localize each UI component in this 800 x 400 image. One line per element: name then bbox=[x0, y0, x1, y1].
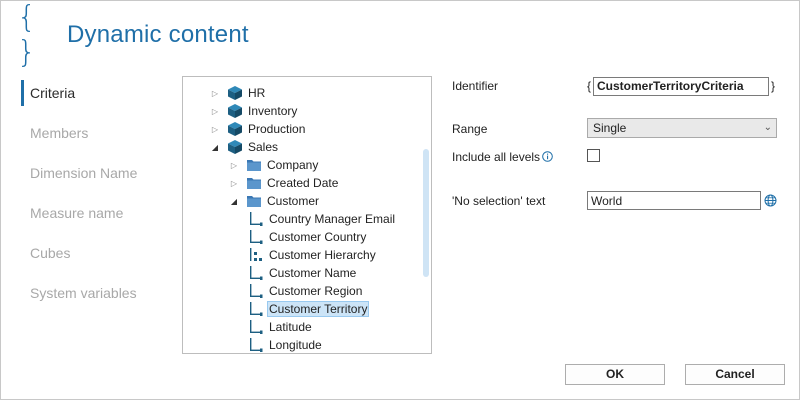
collapsed-arrow-icon[interactable]: ▷ bbox=[229, 160, 239, 170]
attribute-icon bbox=[248, 319, 264, 335]
tree-scrollbar[interactable] bbox=[423, 149, 429, 277]
collapsed-arrow-icon[interactable]: ▷ bbox=[229, 178, 239, 188]
dynamic-content-dialog: { } Dynamic content Criteria Members Dim… bbox=[0, 0, 800, 400]
expanded-arrow-icon[interactable]: ◢ bbox=[210, 142, 220, 152]
nav-item-criteria[interactable]: Criteria bbox=[21, 77, 171, 117]
tree-node-label: Created Date bbox=[267, 176, 339, 190]
tree-node-customer-territory[interactable]: Customer Territory bbox=[248, 300, 370, 318]
dialog-title: Dynamic content bbox=[67, 21, 249, 48]
cube-icon bbox=[227, 121, 243, 137]
tree-node-label: HR bbox=[248, 86, 266, 100]
tree-node-production[interactable]: ▷ Production bbox=[210, 120, 307, 138]
nav-item-dimension-name[interactable]: Dimension Name bbox=[21, 157, 171, 197]
left-nav: Criteria Members Dimension Name Measure … bbox=[21, 77, 171, 317]
tree-node-label: Inventory bbox=[248, 104, 298, 118]
tree-node-customer[interactable]: ◢ Customer bbox=[229, 192, 321, 210]
tree-node-label: Customer bbox=[267, 194, 320, 208]
tree-node-latitude[interactable]: Latitude bbox=[248, 318, 314, 336]
identifier-field-group: { } bbox=[587, 76, 775, 96]
tree-node-customer-region[interactable]: Customer Region bbox=[248, 282, 364, 300]
tree-node-customer-name[interactable]: Customer Name bbox=[248, 264, 358, 282]
attribute-icon bbox=[248, 211, 264, 227]
include-all-levels-label: Include all levels bbox=[452, 150, 541, 164]
tree-node-inventory[interactable]: ▷ Inventory bbox=[210, 102, 299, 120]
range-select-value: Single bbox=[593, 121, 627, 135]
nav-item-system-variables[interactable]: System variables bbox=[21, 277, 171, 317]
dialog-header: { } Dynamic content bbox=[17, 0, 249, 70]
tree-node-created-date[interactable]: ▷ Created Date bbox=[229, 174, 340, 192]
attribute-icon bbox=[248, 337, 264, 353]
tree-node-label: Country Manager Email bbox=[269, 212, 396, 226]
folder-icon bbox=[246, 193, 262, 209]
collapsed-arrow-icon[interactable]: ▷ bbox=[210, 88, 220, 98]
tree-node-label: Latitude bbox=[269, 320, 312, 334]
tree-node-hr[interactable]: ▷ HR bbox=[210, 84, 267, 102]
cube-icon bbox=[227, 139, 243, 155]
folder-icon bbox=[246, 157, 262, 173]
range-select[interactable]: Single ⌄ bbox=[587, 118, 777, 138]
tree-node-label: Sales bbox=[248, 140, 279, 154]
tree-node-longitude[interactable]: Longitude bbox=[248, 336, 324, 353]
identifier-brace-close: } bbox=[771, 79, 776, 93]
tree-node-label: Customer Region bbox=[269, 284, 363, 298]
attribute-icon bbox=[248, 265, 264, 281]
no-selection-text-input[interactable] bbox=[587, 191, 761, 210]
nav-item-measure-name[interactable]: Measure name bbox=[21, 197, 171, 237]
identifier-label: Identifier bbox=[452, 79, 499, 93]
tree-node-label: Customer Territory bbox=[267, 301, 370, 317]
tree-node-label: Longitude bbox=[269, 338, 322, 352]
tree-node-company[interactable]: ▷ Company bbox=[229, 156, 320, 174]
ok-button[interactable]: OK bbox=[565, 364, 665, 385]
collapsed-arrow-icon[interactable]: ▷ bbox=[210, 106, 220, 116]
identifier-brace-open: { bbox=[587, 79, 592, 93]
cube-icon bbox=[227, 85, 243, 101]
expanded-arrow-icon[interactable]: ◢ bbox=[229, 196, 239, 206]
no-selection-text-label: 'No selection' text bbox=[452, 194, 546, 208]
nav-item-members[interactable]: Members bbox=[21, 117, 171, 157]
nav-item-cubes[interactable]: Cubes bbox=[21, 237, 171, 277]
include-all-levels-checkbox[interactable] bbox=[587, 149, 600, 162]
attribute-icon bbox=[248, 283, 264, 299]
tree-node-country-manager-email[interactable]: Country Manager Email bbox=[248, 210, 397, 228]
tree-node-label: Company bbox=[267, 158, 319, 172]
braces-icon: { } bbox=[17, 0, 39, 70]
chevron-down-icon: ⌄ bbox=[763, 122, 772, 133]
attribute-icon bbox=[248, 229, 264, 245]
dimension-tree[interactable]: ▷ HR ▷ Inventory ▷ Production ◢ Sales ▷ Company ▷ C… bbox=[182, 76, 432, 354]
info-icon[interactable] bbox=[542, 151, 553, 162]
tree-node-customer-country[interactable]: Customer Country bbox=[248, 228, 368, 246]
identifier-input[interactable] bbox=[593, 76, 770, 96]
tree-node-sales[interactable]: ◢ Sales bbox=[210, 138, 280, 156]
tree-node-customer-hierarchy[interactable]: Customer Hierarchy bbox=[248, 246, 378, 264]
tree-node-label: Production bbox=[248, 122, 306, 136]
attribute-icon bbox=[248, 301, 264, 317]
hierarchy-icon bbox=[248, 247, 264, 263]
cancel-button[interactable]: Cancel bbox=[685, 364, 785, 385]
tree-node-label: Customer Country bbox=[269, 230, 367, 244]
collapsed-arrow-icon[interactable]: ▷ bbox=[210, 124, 220, 134]
range-label: Range bbox=[452, 122, 488, 136]
tree-node-label: Customer Name bbox=[269, 266, 357, 280]
folder-icon bbox=[246, 175, 262, 191]
cube-icon bbox=[227, 103, 243, 119]
globe-icon[interactable] bbox=[764, 194, 777, 207]
tree-node-label: Customer Hierarchy bbox=[269, 248, 376, 262]
